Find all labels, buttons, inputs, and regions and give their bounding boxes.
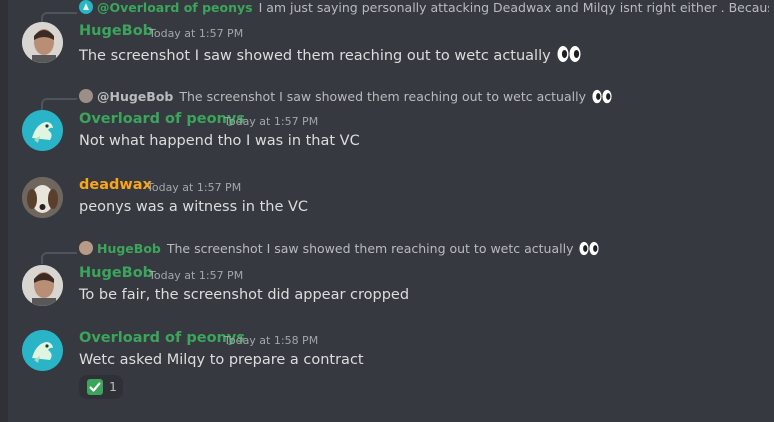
avatar-overloard[interactable] xyxy=(22,330,63,371)
reply-spine xyxy=(41,98,77,110)
message-content: To be fair, the screenshot did appear cr… xyxy=(79,287,410,303)
reply-text: The screenshot I saw showed them reachin… xyxy=(179,89,586,104)
reply-text: I am just saying personally attacking De… xyxy=(258,0,769,15)
message-content: peonys was a witness in the VC xyxy=(79,199,309,215)
message-timestamp: Today at 1:57 PM xyxy=(149,27,244,40)
reply-avatar-icon xyxy=(79,0,93,14)
avatar-overloard[interactable] xyxy=(22,110,63,151)
reaction-check-mark[interactable]: 1 xyxy=(79,375,123,399)
left-divider xyxy=(0,0,8,422)
reply-author[interactable]: @Overloard of peonys xyxy=(97,0,253,15)
message-content: The screenshot I saw showed them reachin… xyxy=(79,45,581,67)
reply-author[interactable]: HugeBob xyxy=(97,241,161,256)
eyes-emoji-icon xyxy=(579,241,600,258)
message-text: The screenshot I saw showed them reachin… xyxy=(79,48,551,64)
reply-preview[interactable]: @HugeBob The screenshot I saw showed the… xyxy=(79,88,612,106)
message-timestamp: Today at 1:58 PM xyxy=(224,334,319,347)
message-timestamp: Today at 1:57 PM xyxy=(224,115,319,128)
reply-preview[interactable]: @Overloard of peonys I am just saying pe… xyxy=(79,0,769,17)
reply-avatar-icon xyxy=(79,89,93,103)
avatar-hugebob[interactable] xyxy=(22,22,63,63)
message-content: Wetc asked Milqy to prepare a contract xyxy=(79,352,364,368)
reply-avatar-icon xyxy=(79,241,93,255)
eyes-emoji-icon xyxy=(557,45,581,67)
message-author[interactable]: HugeBob xyxy=(79,265,153,281)
reply-preview[interactable]: HugeBob The screenshot I saw showed them… xyxy=(79,240,600,258)
reply-text: The screenshot I saw showed them reachin… xyxy=(166,241,574,256)
message-timestamp: Today at 1:57 PM xyxy=(149,269,244,282)
check-mark-icon xyxy=(87,379,103,395)
message-author[interactable]: Overloard of peonys xyxy=(79,330,245,346)
avatar-deadwax[interactable] xyxy=(22,177,63,218)
message-timestamp: Today at 1:57 PM xyxy=(147,181,242,194)
message-author[interactable]: HugeBob xyxy=(79,23,153,39)
message-author[interactable]: Overloard of peonys xyxy=(79,111,245,127)
reaction-count: 1 xyxy=(109,379,117,394)
message-author[interactable]: deadwax xyxy=(79,177,152,193)
reply-spine xyxy=(41,252,77,264)
avatar-hugebob[interactable] xyxy=(22,265,63,306)
eyes-emoji-icon xyxy=(592,89,612,106)
message-content: Not what happend tho I was in that VC xyxy=(79,133,360,149)
reply-author[interactable]: @HugeBob xyxy=(97,89,173,104)
